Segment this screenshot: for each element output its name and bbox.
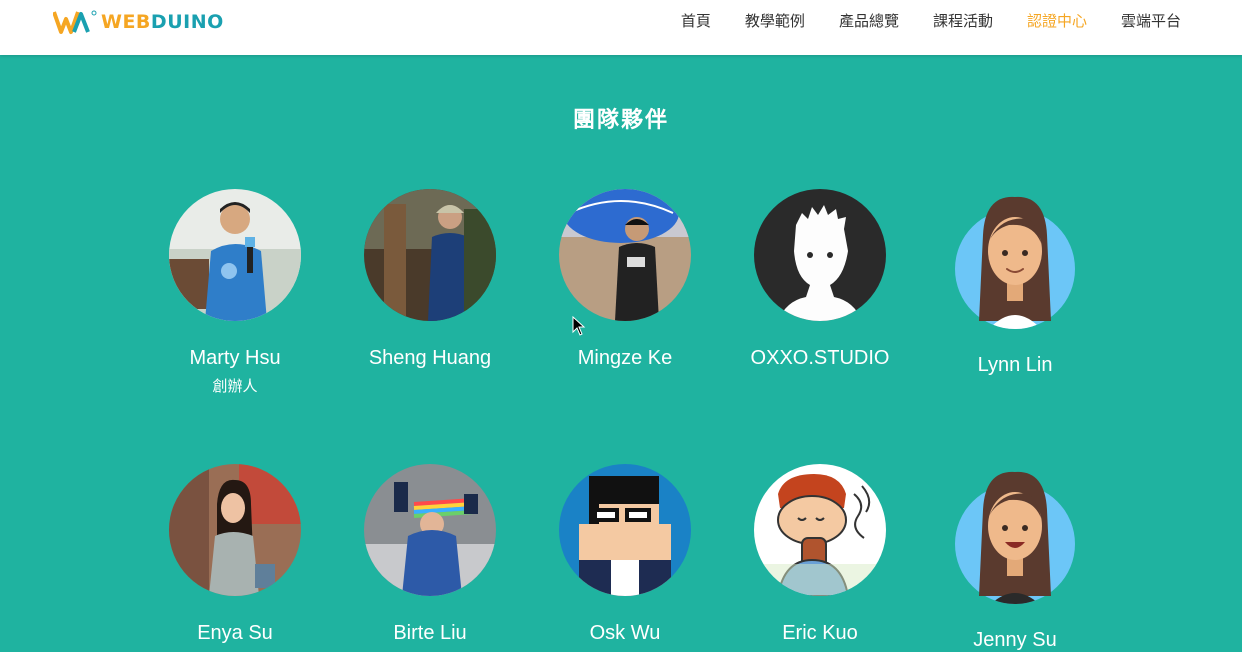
nav-item-home[interactable]: 首頁 <box>664 11 728 31</box>
nav-item-tutorials[interactable]: 教學範例 <box>728 11 822 31</box>
avatar <box>754 189 886 321</box>
section-title: 團隊夥伴 <box>572 108 669 133</box>
avatar <box>949 189 1081 335</box>
top-navigation-bar: WEBDUINO 首頁 教學範例 產品總覽 課程活動 認證中心 雲端平台 <box>0 0 1242 55</box>
avatar <box>169 464 301 596</box>
photo-man-forest-icon <box>364 189 496 321</box>
avatar <box>364 464 496 596</box>
member-name: Jenny Su <box>973 629 1057 651</box>
nav-item-products[interactable]: 產品總覽 <box>822 11 916 31</box>
cartoon-woman-smiling-icon <box>955 471 1075 604</box>
team-member-card: Eric Kuo <box>722 464 918 645</box>
avatar <box>754 464 886 596</box>
photo-woman-market-icon <box>169 464 301 596</box>
team-member-card: Marty Hsu 創辦人 <box>137 189 333 396</box>
team-member-card: Lynn Lin <box>917 189 1113 377</box>
team-member-card: Osk Wu <box>527 464 723 645</box>
photo-man-balloon-icon <box>559 189 691 321</box>
team-member-card: Sheng Huang <box>332 189 528 370</box>
member-name: Enya Su <box>197 622 273 644</box>
team-member-card: Mingze Ke <box>527 189 723 370</box>
photo-woman-scarf-icon <box>364 464 496 596</box>
member-name: Eric Kuo <box>782 622 858 644</box>
team-member-card: OXXO.STUDIO <box>722 189 918 370</box>
member-name: Marty Hsu <box>189 347 281 369</box>
avatar <box>169 189 301 321</box>
cartoon-woman-icon <box>955 196 1075 329</box>
main-nav: 首頁 教學範例 產品總覽 課程活動 認證中心 雲端平台 <box>664 11 1198 31</box>
nav-item-courses[interactable]: 課程活動 <box>916 11 1010 31</box>
avatar <box>949 464 1081 610</box>
cartoon-boy-drinking-icon <box>754 464 886 596</box>
member-name: Osk Wu <box>589 622 661 644</box>
member-name: Lynn Lin <box>977 354 1053 376</box>
team-member-card: Birte Liu <box>332 464 528 645</box>
pixel-man-glasses-icon <box>559 464 691 596</box>
member-name: Sheng Huang <box>368 347 492 369</box>
member-name: OXXO.STUDIO <box>750 347 890 369</box>
cartoon-silhouette-icon <box>754 189 886 321</box>
webduino-logo-icon <box>53 10 97 34</box>
avatar <box>559 464 691 596</box>
logo-wordmark: WEBDUINO <box>101 11 224 33</box>
avatar <box>559 189 691 321</box>
team-member-card: Jenny Su <box>917 464 1113 652</box>
avatar <box>364 189 496 321</box>
team-member-card: Enya Su <box>137 464 333 645</box>
webduino-logo[interactable]: WEBDUINO <box>53 8 224 36</box>
member-name: Mingze Ke <box>577 347 673 369</box>
mouse-cursor-icon <box>572 316 586 336</box>
nav-item-certification[interactable]: 認證中心 <box>1010 11 1104 31</box>
photo-man-microphone-icon <box>169 189 301 321</box>
member-name: Birte Liu <box>393 622 467 644</box>
nav-item-cloud[interactable]: 雲端平台 <box>1104 11 1198 31</box>
member-role: 創辦人 <box>212 377 258 395</box>
